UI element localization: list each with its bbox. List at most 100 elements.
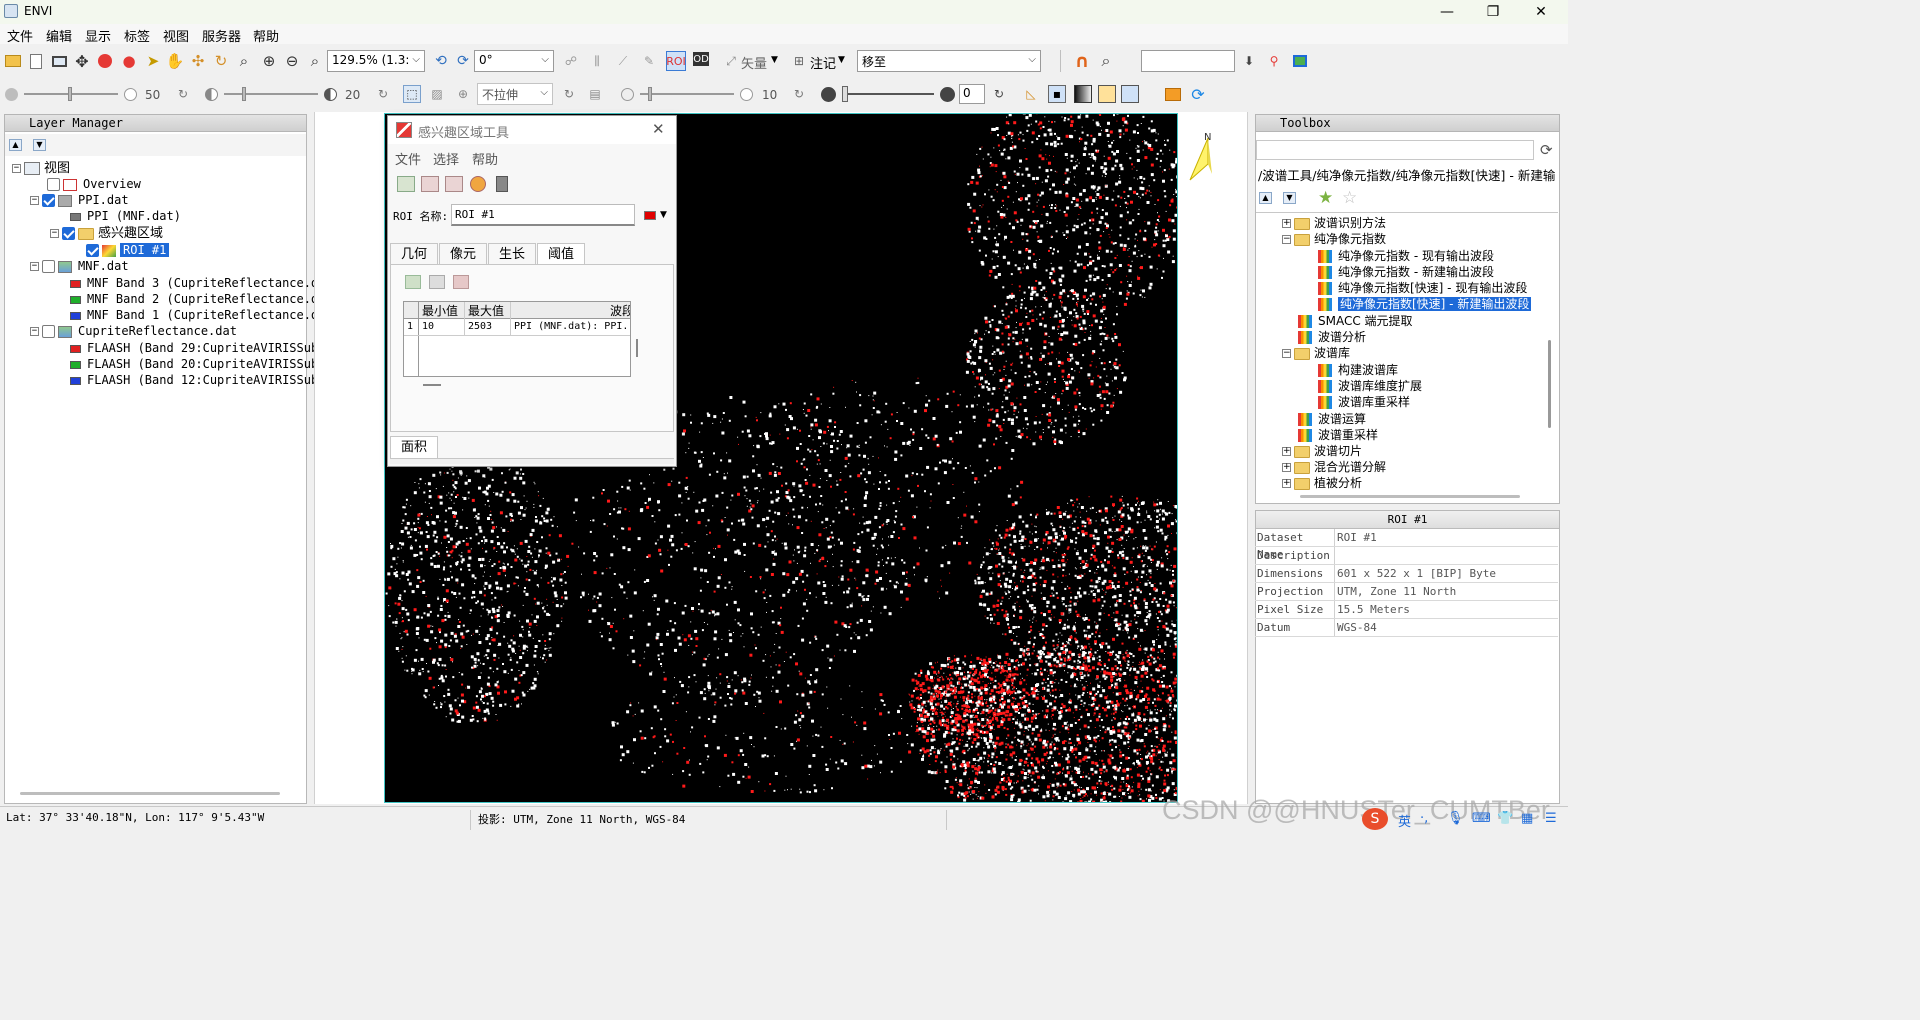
brightness-thumb[interactable]: [68, 87, 72, 101]
goto-select[interactable]: 移至 ⌵: [857, 50, 1041, 72]
crosshair-icon[interactable]: ⊕: [454, 85, 472, 103]
rotate-left-icon[interactable]: ⟲: [432, 52, 450, 70]
zoom-box-icon[interactable]: ⌕: [306, 52, 324, 70]
vortex-icon[interactable]: OD: [693, 52, 709, 66]
chart-tool-icon[interactable]: ☍: [562, 52, 580, 70]
stretch-reset-icon[interactable]: ↻: [560, 85, 578, 103]
transparency-input[interactable]: 0: [959, 84, 985, 104]
transparency-thumb[interactable]: [842, 86, 848, 102]
map-layers-icon[interactable]: [1291, 52, 1309, 70]
toolbox-icon[interactable]: [1164, 85, 1182, 103]
expander-icon[interactable]: −: [12, 164, 21, 173]
edit-tool-icon[interactable]: ✎: [640, 52, 658, 70]
sharpen-thumb[interactable]: [648, 87, 652, 101]
layer-item-ppi-band[interactable]: PPI (MNF.dat): [70, 208, 181, 224]
expander-icon[interactable]: −: [30, 262, 39, 271]
stretch-icon[interactable]: ▨: [428, 85, 446, 103]
zoom-in-icon[interactable]: ⊕: [260, 52, 278, 70]
monitor-icon[interactable]: [50, 52, 68, 70]
image-icon[interactable]: ▪: [1048, 85, 1066, 103]
menu-view[interactable]: 视图: [163, 26, 189, 45]
layer-hscrollbar[interactable]: [20, 792, 280, 795]
brightness-reset-icon[interactable]: ↻: [174, 85, 192, 103]
menu-help[interactable]: 帮助: [253, 26, 279, 45]
move-icon[interactable]: ✣: [189, 52, 207, 70]
open-folder-icon[interactable]: [4, 52, 22, 70]
stop-icon[interactable]: [96, 52, 114, 70]
roi-tool-icon[interactable]: ROI: [666, 51, 686, 71]
histogram-icon[interactable]: ▤: [586, 85, 604, 103]
search-icon[interactable]: ⌕: [1097, 51, 1115, 70]
rotation-select[interactable]: 0° ⌵: [474, 50, 554, 72]
sharpen-reset-icon[interactable]: ↻: [790, 85, 808, 103]
annotate-icon[interactable]: ⊞: [790, 52, 808, 70]
maximize-button[interactable]: ❐: [1470, 0, 1516, 24]
sharpen-slider[interactable]: [640, 87, 734, 101]
vector-icon[interactable]: ⤢: [722, 52, 740, 70]
menu-edit[interactable]: 编辑: [46, 26, 72, 45]
overview-checkbox[interactable]: [47, 178, 60, 191]
roi-group-checkbox[interactable]: [62, 227, 75, 240]
rotate-right-icon[interactable]: ⟳: [454, 52, 472, 70]
portal-icon[interactable]: [1121, 85, 1139, 103]
rotate-icon[interactable]: ↻: [212, 52, 230, 70]
full-extent-icon[interactable]: ⬚: [403, 85, 421, 103]
layer-item-cuprite[interactable]: − CupriteReflectance.dat: [30, 323, 237, 339]
grayscale-icon[interactable]: [1074, 85, 1092, 103]
spectral-tool-icon[interactable]: ⫼: [588, 52, 606, 70]
zoom-select[interactable]: 129.5% (1.3: ⌵: [327, 50, 425, 72]
transparency-slider[interactable]: [842, 86, 934, 102]
cuprite-checkbox[interactable]: [42, 325, 55, 338]
menu-display[interactable]: 显示: [85, 26, 111, 45]
mnf-checkbox[interactable]: [42, 260, 55, 273]
annotate-menu[interactable]: 注记: [810, 53, 836, 72]
location-pin-icon[interactable]: ⚲: [1265, 52, 1283, 70]
pan-cross-icon[interactable]: ✥: [73, 52, 91, 71]
stretch-select[interactable]: 不拉伸 ⌵: [477, 83, 553, 105]
expander-icon[interactable]: −: [30, 327, 39, 336]
expand-down-icon[interactable]: ▼: [33, 139, 46, 151]
select-arrow-icon[interactable]: ➤: [144, 52, 162, 70]
layer-item-flaash-20[interactable]: FLAASH (Band 20:CupriteAVIRISSubset.: [70, 356, 347, 372]
layer-item-flaash-29[interactable]: FLAASH (Band 29:CupriteAVIRISSubset.: [70, 340, 347, 356]
vector-menu[interactable]: 矢量: [741, 53, 767, 72]
zoom-out-icon[interactable]: ⊖: [283, 52, 301, 70]
minimize-button[interactable]: —: [1424, 0, 1470, 24]
roi1-checkbox[interactable]: [86, 244, 99, 257]
download-icon[interactable]: ⬇: [1240, 52, 1258, 70]
zoom-fit-icon[interactable]: ⌕: [235, 52, 253, 70]
layer-item-mnf-band3[interactable]: MNF Band 3 (CupriteReflectance.dat): [70, 275, 340, 291]
annotate-dropdown-icon[interactable]: ▼: [838, 55, 845, 65]
pin-icon[interactable]: ●: [120, 52, 138, 70]
hand-pan-icon[interactable]: ✋: [166, 52, 185, 70]
toolbar-search-input[interactable]: [1141, 50, 1235, 72]
layer-item-overview[interactable]: Overview: [47, 176, 141, 192]
menu-label[interactable]: 标签: [124, 26, 150, 45]
ruler-icon[interactable]: ◺: [1022, 85, 1040, 103]
layer-item-mnf-band2[interactable]: MNF Band 2 (CupriteReflectance.dat): [70, 291, 340, 307]
layer-item-roi1[interactable]: ROI #1: [86, 242, 170, 258]
clipboard-icon[interactable]: [27, 52, 45, 70]
layer-item-flaash-12[interactable]: FLAASH (Band 12:CupriteAVIRISSubset.: [70, 372, 347, 388]
horseshoe-icon[interactable]: ∩: [1073, 51, 1091, 72]
ppi-checkbox[interactable]: [42, 194, 55, 207]
menu-file[interactable]: 文件: [7, 26, 33, 45]
layer-item-mnf[interactable]: − MNF.dat: [30, 258, 129, 274]
layer-item-roi-group[interactable]: − 感兴趣区域: [50, 225, 163, 241]
layer-item-mnf-band1[interactable]: MNF Band 1 (CupriteReflectance.dat): [70, 307, 340, 323]
transparency-reset-icon[interactable]: ↻: [990, 85, 1008, 103]
expander-icon[interactable]: −: [30, 196, 39, 205]
vector-dropdown-icon[interactable]: ▼: [771, 55, 778, 65]
refresh-blue-icon[interactable]: ⟳: [1189, 85, 1207, 104]
profile-tool-icon[interactable]: ⟋: [614, 52, 632, 70]
contrast-thumb[interactable]: [242, 87, 246, 101]
brightness-slider[interactable]: [24, 87, 118, 101]
contrast-reset-icon[interactable]: ↻: [374, 85, 392, 103]
swipe-icon[interactable]: [1098, 85, 1116, 103]
layer-tree-root[interactable]: − 视图: [12, 160, 70, 176]
contrast-slider[interactable]: [224, 87, 318, 101]
close-button[interactable]: ✕: [1518, 0, 1564, 24]
menu-server[interactable]: 服务器: [202, 26, 241, 45]
layer-item-ppi[interactable]: − PPI.dat: [30, 192, 129, 208]
collapse-up-icon[interactable]: ▲: [9, 139, 22, 151]
